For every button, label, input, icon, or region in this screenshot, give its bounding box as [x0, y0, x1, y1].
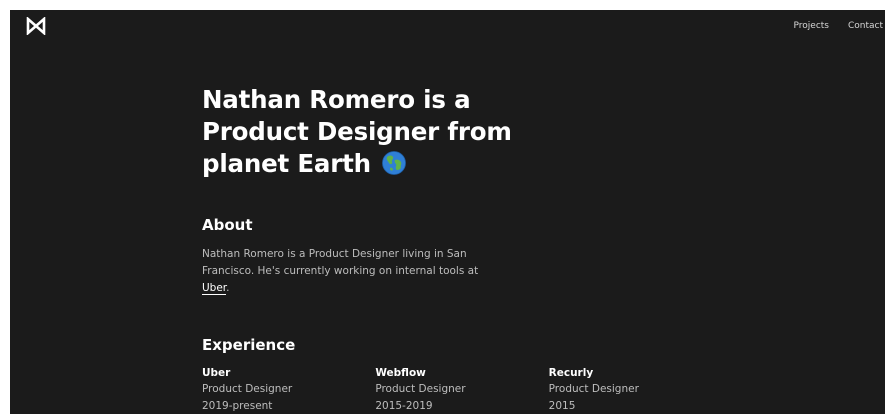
about-text-start: Nathan Romero is a Product Designer livi…	[202, 248, 479, 277]
experience-role: Product Designer	[375, 383, 466, 395]
uber-link[interactable]: Uber	[202, 282, 227, 295]
experience-period: 2015-2019	[375, 400, 433, 412]
globe-icon	[382, 151, 407, 175]
experience-company: Uber	[202, 367, 231, 379]
experience-company: Webflow	[375, 367, 426, 379]
monogram-n-logo-icon[interactable]	[26, 17, 46, 35]
about-heading: About	[202, 216, 253, 234]
about-text-end: .	[226, 282, 230, 294]
about-paragraph: Nathan Romero is a Product Designer livi…	[202, 246, 502, 297]
experience-item: Recurly Product Designer 2015	[549, 365, 722, 414]
experience-item: Uber Product Designer 2019-present	[202, 365, 375, 414]
nav-contact-link[interactable]: Contact	[848, 20, 883, 32]
experience-role: Product Designer	[548, 383, 639, 395]
main-content: Nathan Romero is a Product Designer from…	[202, 84, 722, 414]
experience-period: 2019-present	[202, 400, 273, 412]
experience-list: Uber Product Designer 2019-present Webfl…	[202, 365, 722, 414]
experience-item: Webflow Product Designer 2015-2019	[375, 365, 548, 414]
top-navigation: Projects Contact	[794, 20, 884, 32]
experience-heading: Experience	[202, 336, 296, 354]
hero-headline-text: Nathan Romero is a Product Designer from…	[202, 85, 512, 178]
experience-role: Product Designer	[202, 383, 293, 395]
experience-period: 2015	[548, 400, 576, 412]
experience-company: Recurly	[548, 367, 594, 379]
portfolio-page: Projects Contact Nathan Romero is a Prod…	[10, 10, 885, 414]
hero-headline: Nathan Romero is a Product Designer from…	[202, 84, 532, 180]
nav-projects-link[interactable]: Projects	[794, 20, 829, 32]
